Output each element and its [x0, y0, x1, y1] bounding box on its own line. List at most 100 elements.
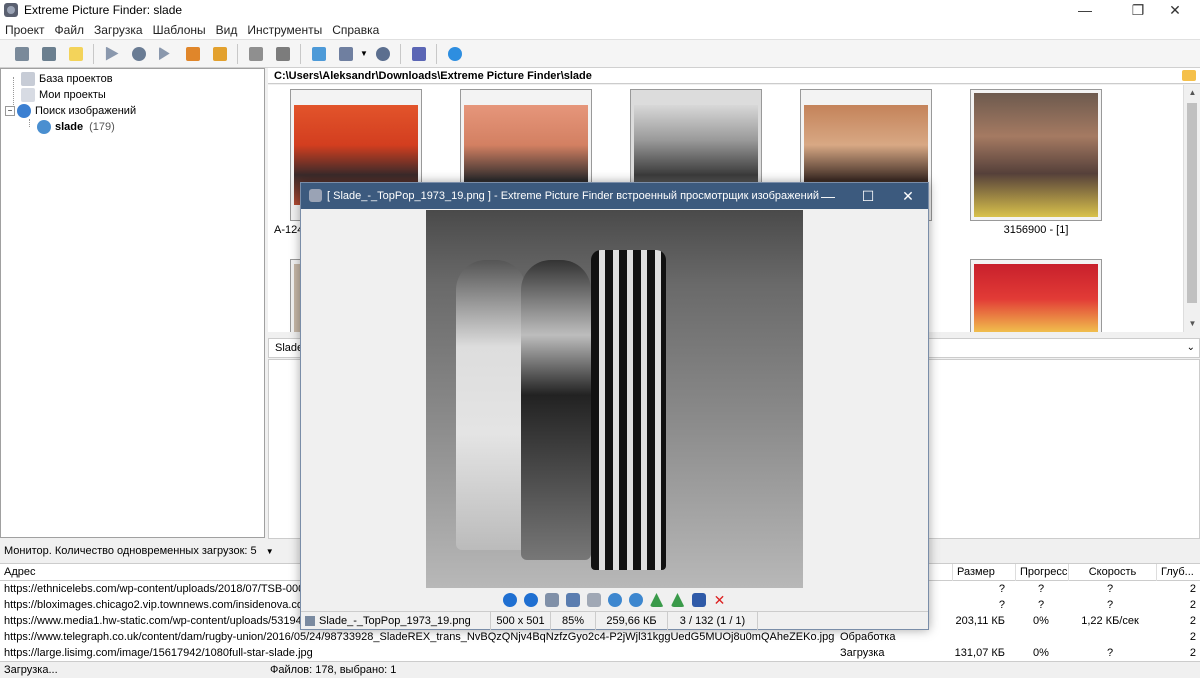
- viewer-filename: Slade_-_TopPop_1973_19.png: [301, 612, 491, 630]
- thumbnail-image: [974, 264, 1098, 332]
- menu-tools[interactable]: Инструменты: [242, 23, 327, 37]
- first-icon[interactable]: [502, 593, 517, 607]
- column-progress[interactable]: Прогресс: [1015, 564, 1067, 581]
- queue-settings-button[interactable]: [272, 43, 294, 65]
- row-url: https://www.media1.hw-static.com/wp-cont…: [4, 615, 300, 627]
- tree-item-image-search[interactable]: − Поиск изображений: [5, 103, 136, 119]
- scroll-up-icon[interactable]: ▲: [1184, 85, 1200, 101]
- column-speed[interactable]: Скорость: [1068, 564, 1152, 581]
- current-path: C:\Users\Aleksandr\Downloads\Extreme Pic…: [274, 70, 592, 82]
- viewer-image[interactable]: [426, 210, 803, 588]
- queue-button[interactable]: [245, 43, 267, 65]
- schedule-icon: [131, 46, 146, 61]
- monitor-label: Монитор. Количество одновременных загруз…: [4, 545, 257, 557]
- thumbnail-item[interactable]: [970, 89, 1102, 221]
- comment-button[interactable]: [65, 43, 87, 65]
- row-depth: 2: [1189, 631, 1196, 643]
- settings-button[interactable]: [372, 43, 394, 65]
- tools-button[interactable]: [38, 43, 60, 65]
- row-status: Загрузка: [840, 647, 885, 659]
- monitor-dropdown-icon[interactable]: ▼: [266, 547, 274, 556]
- monitor-button[interactable]: [408, 43, 430, 65]
- schedule-button[interactable]: [128, 43, 150, 65]
- tree-item-project-base[interactable]: База проектов: [21, 71, 113, 87]
- row-progress: 0%: [1033, 647, 1049, 659]
- tree-item-count: (179): [89, 121, 115, 133]
- image-search-button[interactable]: [308, 43, 330, 65]
- gallery-scrollbar[interactable]: ▲ ▼: [1183, 85, 1200, 332]
- tree-item-label: slade: [55, 121, 84, 133]
- tree-item-label: Мои проекты: [39, 89, 106, 101]
- zoom-in-icon[interactable]: [607, 593, 622, 607]
- chevron-down-icon[interactable]: ⌄: [1187, 339, 1195, 357]
- menu-project[interactable]: Проект: [0, 23, 50, 37]
- stop-all-button[interactable]: [209, 43, 231, 65]
- close-red-icon[interactable]: ✕: [713, 593, 727, 607]
- menu-bar: Проект Файл Загрузка Шаблоны Вид Инструм…: [0, 20, 1200, 40]
- rotate-right-icon[interactable]: [670, 593, 685, 607]
- viewer-maximize-button[interactable]: ☐: [848, 183, 888, 209]
- view-mode-icon: [338, 46, 353, 61]
- file-image-icon: [305, 616, 315, 627]
- play-icon: [105, 46, 119, 61]
- table-row[interactable]: https://www.telegraph.co.uk/content/dam/…: [0, 629, 1200, 645]
- row-size: 131,07 КБ: [954, 647, 1005, 659]
- row-speed: 1,22 КБ/сек: [1081, 615, 1139, 627]
- menu-download[interactable]: Загрузка: [89, 23, 148, 37]
- scroll-down-icon[interactable]: ▼: [1184, 316, 1200, 332]
- viewer-app-icon: [309, 189, 322, 202]
- viewer-title-bar[interactable]: [ Slade_-_TopPop_1973_19.png ] - Extreme…: [301, 183, 928, 209]
- move-icon[interactable]: [586, 593, 601, 607]
- thumbnail-item[interactable]: [970, 259, 1102, 332]
- column-depth[interactable]: Глуб...: [1156, 564, 1200, 581]
- tree-item-my-projects[interactable]: Мои проекты: [21, 87, 106, 103]
- row-speed: ?: [1106, 583, 1114, 595]
- next-icon[interactable]: [523, 593, 538, 607]
- menu-help[interactable]: Справка: [327, 23, 384, 37]
- rotate-left-icon[interactable]: [649, 593, 664, 607]
- row-depth: 2: [1189, 583, 1196, 595]
- view-mode-dropdown[interactable]: ▼: [359, 43, 369, 65]
- help-button[interactable]: [444, 43, 466, 65]
- collapse-toggle-icon[interactable]: −: [5, 106, 15, 116]
- monitor-icon: [411, 46, 426, 61]
- edit-project-button[interactable]: [11, 43, 33, 65]
- row-progress: ?: [1037, 599, 1045, 611]
- files-count: Файлов: 178, выбрано: 1: [270, 664, 397, 676]
- row-url: https://www.telegraph.co.uk/content/dam/…: [4, 631, 834, 643]
- column-size[interactable]: Размер: [952, 564, 1012, 581]
- view-mode-button[interactable]: [335, 43, 357, 65]
- menu-file[interactable]: Файл: [50, 23, 90, 37]
- row-size: ?: [998, 599, 1005, 611]
- window-title: Extreme Picture Finder: slade: [24, 3, 183, 17]
- viewer-filesize: 259,66 КБ: [596, 612, 668, 630]
- image-search-icon: [311, 46, 326, 61]
- menu-templates[interactable]: Шаблоны: [148, 23, 211, 37]
- viewer-filename-text: Slade_-_TopPop_1973_19.png: [319, 615, 471, 627]
- scrollbar-thumb[interactable]: [1187, 103, 1197, 303]
- row-url: https://bloximages.chicago2.vip.townnews…: [4, 599, 300, 611]
- delete-mark-icon[interactable]: [544, 593, 559, 607]
- edit-project-icon: [14, 46, 29, 61]
- stop-button[interactable]: [182, 43, 204, 65]
- viewer-close-button[interactable]: ✕: [888, 183, 928, 209]
- photo-figure: [591, 250, 666, 570]
- viewer-minimize-button[interactable]: —: [808, 183, 848, 209]
- menu-view[interactable]: Вид: [211, 23, 243, 37]
- tree-item-label: База проектов: [39, 73, 113, 85]
- tree-item-slade[interactable]: slade (179): [37, 119, 115, 135]
- zoom-out-icon[interactable]: [628, 593, 643, 607]
- save-icon[interactable]: [691, 593, 706, 607]
- thumbnail-caption: 3156900 - [1]: [1003, 224, 1069, 236]
- close-button[interactable]: ✕: [1152, 0, 1198, 20]
- status-text: Загрузка...: [4, 664, 58, 676]
- row-speed: ?: [1106, 599, 1114, 611]
- row-size: ?: [998, 583, 1005, 595]
- tree-item-label: Поиск изображений: [35, 105, 137, 117]
- open-folder-icon[interactable]: [1182, 70, 1196, 81]
- table-row[interactable]: https://large.lisimg.com/image/15617942/…: [0, 645, 1200, 661]
- start-button[interactable]: [101, 43, 123, 65]
- minimize-button[interactable]: —: [1062, 0, 1108, 20]
- step-button[interactable]: [155, 43, 177, 65]
- fit-icon[interactable]: [565, 593, 580, 607]
